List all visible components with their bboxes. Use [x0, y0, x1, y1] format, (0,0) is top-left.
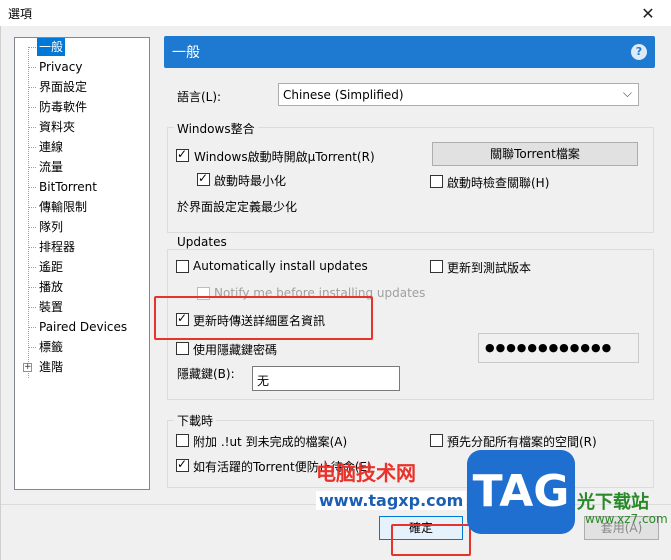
use-hidden-key-label: 使用隱藏鍵密碼 [193, 343, 278, 357]
page-header: 一般 ? [164, 36, 655, 68]
hidden-key-input[interactable]: 无 [252, 366, 400, 391]
expand-icon[interactable]: + [23, 363, 32, 372]
tree-tick [28, 187, 36, 188]
preallocate-checkbox[interactable] [430, 434, 443, 447]
tree-tick [28, 127, 36, 128]
tree-item-folders[interactable]: 資料夾 [39, 118, 75, 136]
hidden-key-value: 无 [257, 374, 270, 388]
send-details-label: 更新時傳送詳細匿名資訊 [193, 314, 326, 328]
tree-item-advanced[interactable]: 進階 [39, 358, 63, 376]
tree-tick [28, 247, 36, 248]
auto-install-label: Automatically install updates [193, 259, 368, 273]
prevent-standby-checkbox[interactable] [176, 457, 189, 472]
tree-item-ui-settings[interactable]: 界面設定 [39, 78, 87, 96]
associate-torrent-button[interactable]: 關聯Torrent檔案 [432, 142, 638, 166]
watermark-site: 光下载站 [577, 492, 649, 513]
start-with-windows-label: Windows啟動時開啟µTorrent(R) [194, 150, 375, 164]
append-ut-checkbox[interactable] [176, 434, 189, 447]
hidden-key-label: 隱藏鍵(B): [177, 367, 235, 381]
windows-integration-title: Windows整合 [174, 120, 258, 137]
tree-tick [28, 107, 36, 108]
tree-item-connection[interactable]: 連線 [39, 138, 63, 156]
page-title: 一般 [172, 45, 200, 61]
tree-tick [28, 287, 36, 288]
tree-tick [28, 347, 36, 348]
tree-item-devices[interactable]: 裝置 [39, 298, 63, 316]
tree-item-antivirus[interactable]: 防毒軟件 [39, 98, 87, 116]
check-association-checkbox[interactable] [430, 175, 443, 188]
tree-tick [28, 327, 36, 328]
beta-updates-checkbox[interactable] [430, 260, 443, 273]
password-mask: ●●●●●●●●●●●● [485, 341, 613, 354]
watermark-site-url: www.xz7.com [585, 512, 668, 526]
start-minimized-checkbox[interactable] [197, 171, 210, 186]
ok-highlight-box [391, 524, 471, 556]
password-field[interactable]: ●●●●●●●●●●●● [478, 333, 639, 363]
tree-item-scheduler[interactable]: 排程器 [39, 238, 75, 256]
tree-tick [28, 207, 36, 208]
tree-item-transfer-cap[interactable]: 傳輸限制 [39, 198, 87, 216]
tree-tick [28, 307, 36, 308]
append-ut-label: 附加 .!ut 到未完成的檔案(A) [193, 435, 348, 449]
tag-logo: TAG [467, 450, 575, 534]
language-label: 語言(L): [177, 90, 222, 104]
tree-item-bittorrent[interactable]: BitTorrent [39, 178, 97, 196]
start-with-windows-checkbox[interactable] [176, 147, 189, 162]
tree-tick [28, 227, 36, 228]
watermark-brand: 电脑技术网 [316, 461, 416, 485]
send-details-checkbox[interactable] [176, 311, 189, 326]
tree-tick [28, 147, 36, 148]
help-icon[interactable]: ? [631, 44, 647, 60]
language-select[interactable]: Chinese (Simplified) ⌵ [278, 83, 639, 106]
tree-tick [28, 87, 36, 88]
check-association-label: 啟動時檢查關聯(H) [447, 176, 550, 190]
watermark-url: www.tagxp.com [316, 491, 467, 510]
window-title: 選項 [8, 7, 33, 21]
tree-tick [28, 67, 36, 68]
tree-tick [28, 167, 36, 168]
tree-item-general[interactable]: 一般 [37, 38, 66, 56]
close-icon[interactable]: ✕ [625, 0, 671, 26]
category-tree[interactable]: 一般 Privacy 界面設定 防毒軟件 資料夾 連線 流量 BitTorren… [14, 37, 150, 490]
tree-guide-line [28, 47, 29, 378]
tree-item-paired-devices[interactable]: Paired Devices [39, 318, 127, 336]
tree-item-queueing[interactable]: 隊列 [39, 218, 63, 236]
preallocate-label: 預先分配所有檔案的空間(R) [447, 435, 597, 449]
minimize-note: 於界面設定定義最少化 [177, 200, 298, 214]
tree-item-bandwidth[interactable]: 流量 [39, 158, 63, 176]
chevron-down-icon: ⌵ [622, 86, 632, 100]
tree-item-labels[interactable]: 標籤 [39, 338, 63, 356]
tree-item-remote[interactable]: 遙距 [39, 258, 63, 276]
use-hidden-key-checkbox[interactable] [176, 342, 189, 355]
auto-install-checkbox[interactable] [176, 260, 189, 273]
tree-tick [28, 47, 36, 48]
tree-tick [28, 267, 36, 268]
tree-item-playback[interactable]: 播放 [39, 278, 63, 296]
download-title: 下載時 [174, 412, 217, 429]
beta-updates-label: 更新到測試版本 [447, 261, 532, 275]
language-value: Chinese (Simplified) [283, 88, 404, 102]
tree-item-privacy[interactable]: Privacy [39, 58, 82, 76]
start-minimized-label: 啟動時最小化 [214, 174, 287, 188]
title-bar: 選項 ✕ [0, 0, 671, 26]
updates-title: Updates [174, 235, 230, 249]
